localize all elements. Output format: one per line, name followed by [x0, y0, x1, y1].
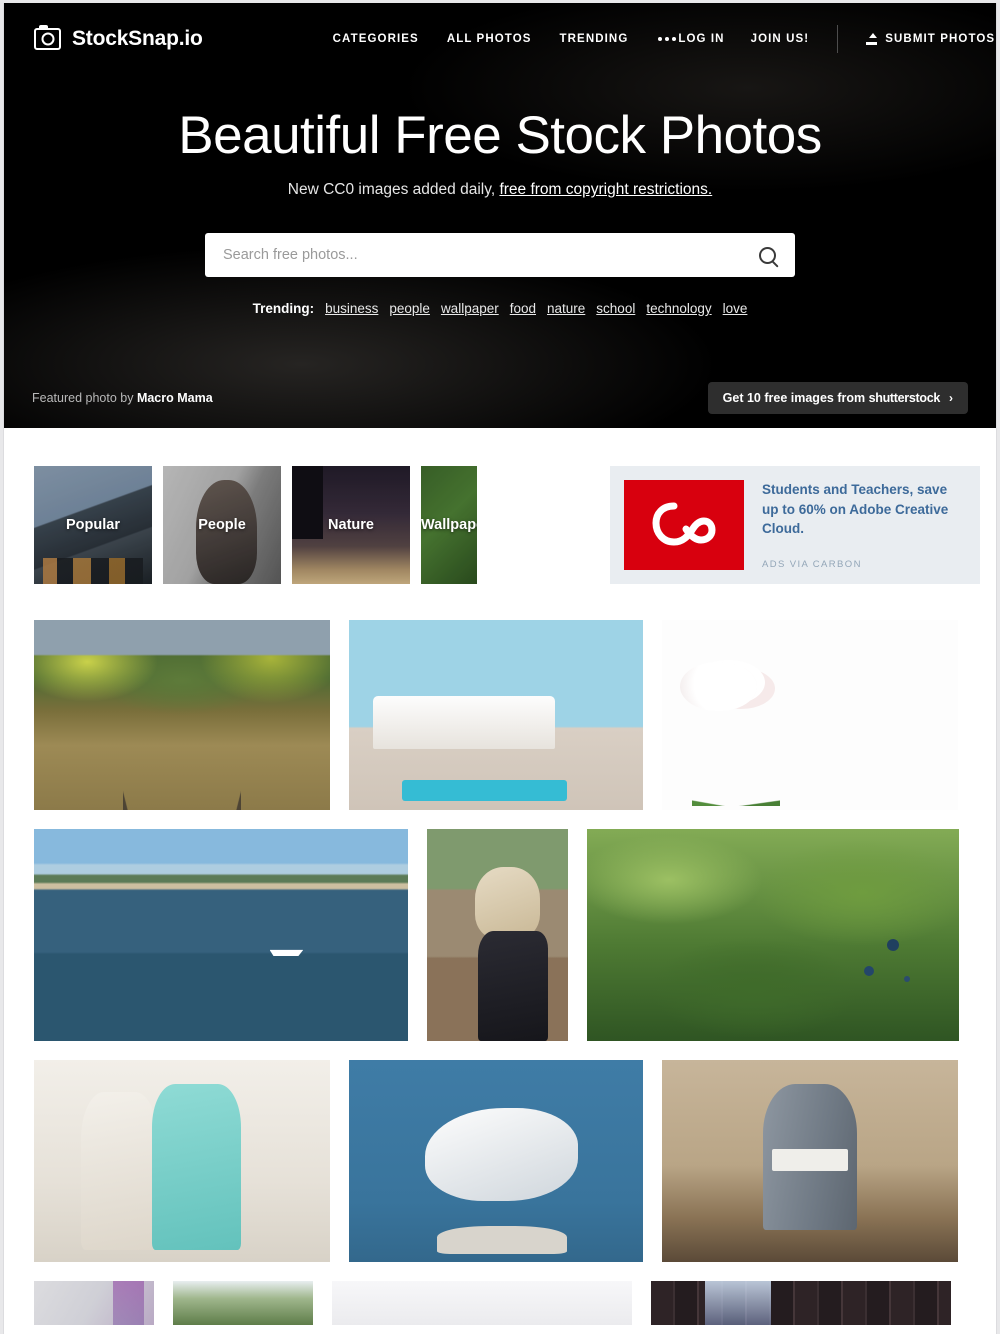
category-tile-popular[interactable]: Popular: [34, 466, 152, 584]
trending-label: Trending:: [252, 301, 315, 317]
hero-content: Beautiful Free Stock Photos New CC0 imag…: [4, 75, 996, 316]
photo-thumbnail[interactable]: [34, 620, 330, 810]
trending-tag-nature[interactable]: nature: [547, 301, 585, 316]
trending-tag-technology[interactable]: technology: [646, 301, 711, 316]
brand-name: StockSnap.io: [72, 27, 203, 50]
hero-footer: Featured photo by Macro Mama Get 10 free…: [4, 382, 996, 414]
main-nav-links: CATEGORIES ALL PHOTOS TRENDING: [333, 33, 679, 45]
trending-tag-love[interactable]: love: [723, 301, 748, 316]
photo-thumbnail[interactable]: [349, 1060, 643, 1262]
submit-photos-button[interactable]: SUBMIT PHOTOS: [866, 33, 995, 45]
carbon-ad[interactable]: Students and Teachers, save up to 60% on…: [610, 466, 980, 584]
search-input[interactable]: [223, 247, 759, 264]
category-tile-label: Wallpaper: [421, 517, 477, 533]
photo-grid: [4, 584, 996, 1325]
featured-author: Macro Mama: [136, 391, 213, 405]
category-tile-label: People: [198, 517, 246, 533]
page-title: Beautiful Free Stock Photos: [178, 106, 822, 165]
category-and-ad-strip: Popular People Nature Wallpaper: [4, 428, 996, 584]
top-navigation-bar: StockSnap.io CATEGORIES ALL PHOTOS TREND…: [4, 3, 996, 75]
upload-icon: [866, 33, 878, 45]
shutterstock-promo-text: Get 10 free images from shutterstock: [722, 391, 941, 405]
page-frame: StockSnap.io CATEGORIES ALL PHOTOS TREND…: [3, 3, 997, 1334]
trending-tag-people[interactable]: people: [389, 301, 430, 316]
category-tile-label: Nature: [328, 517, 374, 533]
copyright-link[interactable]: free from copyright restrictions.: [499, 181, 712, 198]
ellipsis-icon[interactable]: [656, 33, 678, 45]
site-logo-link[interactable]: StockSnap.io: [34, 25, 203, 51]
ad-headline: Students and Teachers, save up to 60% on…: [762, 482, 949, 537]
featured-photo-credit: Featured photo by Macro Mama: [32, 391, 213, 405]
photo-thumbnail[interactable]: [34, 829, 408, 1041]
nav-item-log-in[interactable]: LOG IN: [678, 33, 724, 45]
category-tile-nature[interactable]: Nature: [292, 466, 410, 584]
search-icon[interactable]: [759, 246, 776, 264]
category-tile-people[interactable]: People: [163, 466, 281, 584]
shutterstock-promo-button[interactable]: Get 10 free images from shutterstock ›: [707, 382, 968, 414]
nav-item-categories[interactable]: CATEGORIES: [333, 33, 419, 45]
camera-icon: [34, 25, 61, 50]
chevron-right-icon: ›: [949, 391, 953, 405]
nav-divider: [837, 25, 839, 53]
nav-item-join-us[interactable]: JOIN US!: [751, 33, 810, 45]
search-bar[interactable]: [205, 233, 795, 278]
photo-thumbnail[interactable]: [662, 620, 958, 810]
featured-prefix: Featured photo by: [32, 391, 137, 405]
hero-subtitle-text: New CC0 images added daily,: [287, 181, 500, 199]
search-row: [4, 233, 996, 278]
shutterstock-brand: shutterstock: [868, 391, 941, 405]
photo-grid-row: [34, 829, 966, 1041]
nav-item-trending[interactable]: TRENDING: [560, 33, 629, 45]
submit-photos-label: SUBMIT PHOTOS: [885, 33, 996, 45]
ad-body: Students and Teachers, save up to 60% on…: [762, 480, 966, 570]
category-tiles: Popular People Nature Wallpaper: [34, 466, 477, 584]
trending-tag-school[interactable]: school: [596, 301, 635, 316]
account-nav-links: LOG IN JOIN US! SUBMIT PHOTOS: [678, 25, 995, 53]
trending-tag-wallpaper[interactable]: wallpaper: [441, 301, 499, 316]
photo-thumbnail[interactable]: [332, 1281, 632, 1325]
trending-tag-food[interactable]: food: [510, 301, 536, 316]
photo-thumbnail[interactable]: [662, 1060, 958, 1262]
trending-tag-business[interactable]: business: [325, 301, 378, 316]
adobe-creative-cloud-logo: [624, 480, 744, 570]
photo-grid-row: [34, 620, 966, 810]
nav-item-all-photos[interactable]: ALL PHOTOS: [447, 33, 532, 45]
hero-subtitle: New CC0 images added daily, free from co…: [4, 181, 996, 199]
photo-thumbnail[interactable]: [173, 1281, 313, 1325]
hero-section: StockSnap.io CATEGORIES ALL PHOTOS TREND…: [4, 3, 996, 428]
photo-thumbnail[interactable]: [34, 1281, 154, 1325]
photo-thumbnail[interactable]: [34, 1060, 330, 1262]
ad-attribution: ADS VIA CARBON: [762, 559, 862, 570]
photo-thumbnail[interactable]: [427, 829, 568, 1041]
photo-grid-row: [34, 1060, 966, 1262]
photo-thumbnail[interactable]: [587, 829, 959, 1041]
category-tile-label: Popular: [66, 517, 120, 533]
photo-thumbnail[interactable]: [349, 620, 643, 810]
trending-tags: Trending: business people wallpaper food…: [4, 301, 996, 316]
photo-grid-row: [34, 1281, 966, 1325]
category-tile-wallpaper[interactable]: Wallpaper: [421, 466, 477, 584]
photo-thumbnail[interactable]: [651, 1281, 951, 1325]
